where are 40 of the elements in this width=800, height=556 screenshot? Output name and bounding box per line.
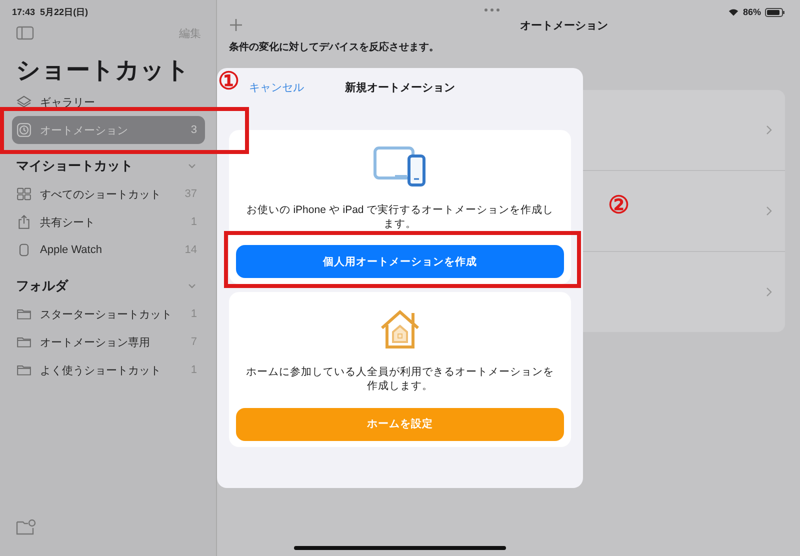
share-icon (16, 214, 32, 230)
grid-icon (16, 186, 32, 202)
chevron-icon[interactable] (765, 125, 773, 135)
item-label: ギャラリー (40, 96, 96, 110)
add-icon[interactable] (229, 18, 243, 32)
section-header[interactable]: フォルダ (16, 277, 68, 295)
sidebar-item[interactable]: ギャラリー (12, 88, 205, 116)
layers-icon (16, 94, 32, 110)
sidebar-toggle-icon[interactable] (16, 26, 34, 40)
page-subtitle: 条件の変化に対してデバイスを反応させます。 (229, 40, 440, 54)
status-date: 5月22日(日) (40, 6, 88, 18)
chevron-icon[interactable] (765, 206, 773, 216)
chevron-icon[interactable] (187, 281, 197, 291)
item-label: 共有シート (40, 216, 96, 230)
wifi-icon (728, 8, 739, 16)
section-header[interactable]: マイショートカット (16, 157, 133, 175)
step-number: ② (608, 194, 630, 218)
tablet-and-phone-icon (373, 146, 427, 188)
chevron-icon[interactable] (187, 161, 197, 171)
step-number: ① (218, 70, 240, 94)
page-title: オートメーション (519, 18, 609, 32)
sidebar-title: ショートカット (16, 56, 191, 86)
new-folder-icon[interactable] (16, 518, 36, 536)
status-time: 17:43 (12, 7, 36, 17)
option-description: ホームに参加している人全員が利用できるオートメーションを作成します。 (245, 366, 555, 394)
clock-icon (16, 122, 32, 138)
multitasking-dots-icon[interactable] (484, 8, 500, 12)
battery-percent: 86% (742, 7, 761, 17)
create-button[interactable]: 個人用オートメーションを作成 (236, 245, 564, 278)
item-label: Apple Watch (40, 244, 103, 256)
sheet-title: 新規オートメーション (345, 80, 455, 94)
item-label: よく使うショートカット (40, 364, 162, 378)
item-label: オートメーション (40, 124, 129, 138)
item-label: オートメーション専用 (40, 336, 151, 350)
item-label: スターターショートカット (40, 308, 173, 322)
option-description: お使いの iPhone や iPad で実行するオートメーションを作成します。 (245, 204, 555, 232)
item-label: すべてのショートカット (40, 188, 162, 202)
battery-icon (765, 8, 785, 16)
chevron-icon[interactable] (765, 287, 773, 297)
item-count: 3 (190, 124, 197, 136)
